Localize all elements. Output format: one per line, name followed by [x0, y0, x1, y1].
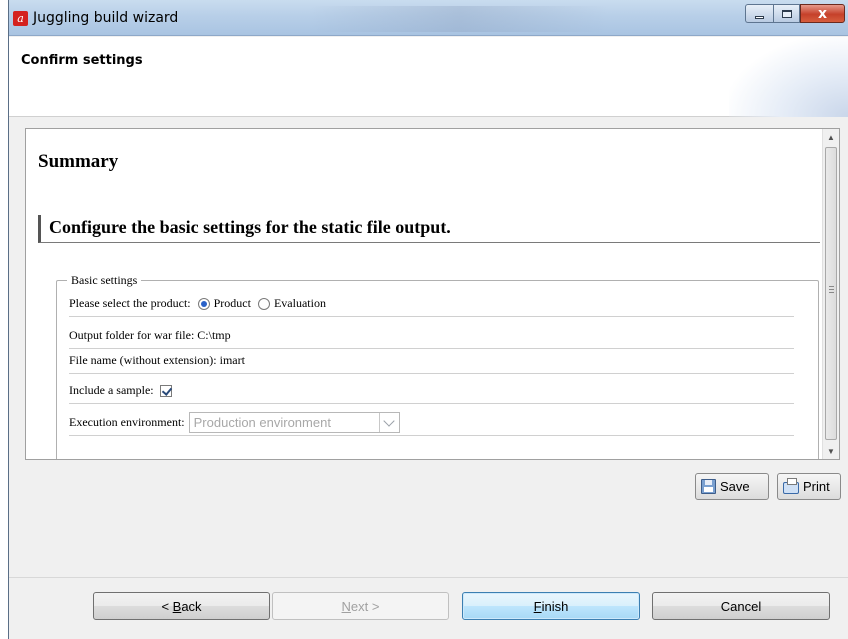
basic-settings-group: Basic settings Please select the product…	[56, 273, 819, 459]
maximize-button[interactable]	[773, 4, 800, 23]
output-folder-row: Output folder for war file: C:\tmp	[69, 323, 794, 349]
finish-mnemonic: F	[533, 598, 542, 614]
summary-title: Summary	[38, 151, 119, 172]
evaluation-radio[interactable]	[257, 297, 270, 310]
back-rest: ack	[181, 598, 202, 614]
section-heading: Configure the basic settings for the sta…	[38, 215, 820, 243]
back-prefix: <	[161, 598, 173, 614]
next-button[interactable]: Next >	[272, 592, 449, 620]
summary-pane: Summary Configure the basic settings for…	[25, 128, 840, 460]
page-title: Confirm settings	[21, 53, 143, 68]
printer-icon	[783, 478, 799, 494]
scroll-up-arrow[interactable]: ▲	[823, 129, 839, 145]
basic-settings-legend: Basic settings	[67, 273, 142, 288]
finish-rest: inish	[541, 598, 569, 614]
minimize-icon	[755, 16, 764, 19]
execution-env-label: Execution environment:	[69, 415, 185, 429]
include-sample-label: Include a sample:	[69, 383, 154, 397]
execution-env-row: Execution environment: Production enviro…	[69, 410, 794, 436]
scroll-thumb[interactable]	[825, 147, 837, 440]
product-label: Please select the product:	[69, 296, 191, 310]
wizard-window: a Juggling build wizard x Confirm settin…	[8, 0, 848, 639]
title-bar[interactable]: a Juggling build wizard x	[9, 0, 848, 36]
finish-button[interactable]: Finish	[462, 592, 640, 620]
product-radio[interactable]	[197, 297, 210, 310]
grip-icon	[829, 286, 834, 293]
wizard-header: Confirm settings	[9, 37, 848, 117]
window-title: Juggling build wizard	[33, 10, 179, 26]
next-rest: ext >	[350, 598, 380, 614]
back-button[interactable]: < Back	[93, 592, 270, 620]
product-row: Please select the product: Product Evalu…	[69, 291, 794, 317]
floppy-disk-icon	[701, 479, 716, 494]
scroll-down-arrow[interactable]: ▼	[823, 443, 839, 459]
include-sample-row: Include a sample:	[69, 378, 794, 404]
output-folder-text: Output folder for war file: C:\tmp	[69, 328, 231, 342]
save-label: Save	[720, 479, 750, 494]
chevron-down-icon	[383, 414, 395, 427]
print-label: Print	[803, 479, 830, 494]
back-mnemonic: B	[172, 598, 182, 614]
execution-env-value: Production environment	[193, 415, 331, 430]
close-icon: x	[817, 5, 828, 22]
app-icon: a	[13, 11, 28, 26]
maximize-icon	[781, 9, 792, 18]
cancel-label: Cancel	[720, 598, 762, 614]
minimize-button[interactable]	[745, 4, 773, 23]
print-button[interactable]: Print	[777, 473, 841, 500]
vertical-scrollbar[interactable]: ▲ ▼	[822, 129, 839, 459]
footer-divider	[9, 577, 848, 578]
evaluation-option-label[interactable]: Evaluation	[274, 296, 326, 311]
save-button[interactable]: Save	[695, 473, 769, 500]
include-sample-checkbox[interactable]	[159, 384, 172, 397]
header-decoration	[729, 37, 848, 117]
close-button[interactable]: x	[800, 4, 845, 23]
file-name-text: File name (without extension): imart	[69, 353, 245, 367]
next-mnemonic: N	[341, 598, 351, 614]
execution-env-select[interactable]: Production environment	[188, 412, 400, 433]
cancel-button[interactable]: Cancel	[652, 592, 830, 620]
dropdown-button[interactable]	[378, 413, 399, 432]
product-option-label[interactable]: Product	[214, 296, 251, 311]
file-name-row: File name (without extension): imart	[69, 348, 794, 374]
